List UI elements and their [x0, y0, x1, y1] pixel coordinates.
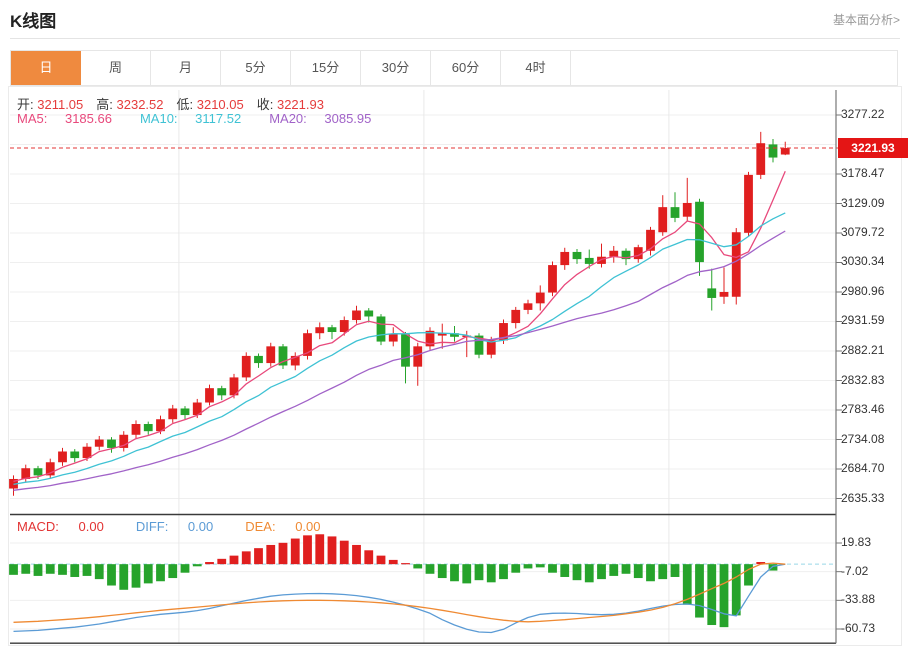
- macd-tick-label: 19.83: [841, 535, 871, 549]
- macd-tick-label: -7.02: [841, 564, 868, 578]
- ohlc-row-item: 低: 3210.05: [177, 97, 257, 112]
- price-tick-label: 2931.59: [841, 313, 884, 327]
- macd-readout: MACD: 0.00 DIFF: 0.00 DEA: 0.00: [17, 519, 353, 534]
- ma-readout: MA5: 3185.66 MA10: 3117.52 MA20: 3085.95: [17, 111, 399, 126]
- price-tick-label: 2783.46: [841, 402, 884, 416]
- price-tick-label: 2832.83: [841, 373, 884, 387]
- macd-row-item: MACD: 0.00: [17, 519, 120, 534]
- price-tick-label: 2684.70: [841, 461, 884, 475]
- price-tick-label: 3178.47: [841, 166, 884, 180]
- macd-row-item: DIFF: 0.00: [136, 519, 229, 534]
- ohlc-row-item: 收: 3221.93: [257, 97, 337, 112]
- ma-row-item: MA20: 3085.95: [269, 111, 385, 126]
- price-tick-label: 2734.08: [841, 432, 884, 446]
- price-tick-label: 3277.22: [841, 107, 884, 121]
- price-tick-label: 2635.33: [841, 491, 884, 505]
- price-tick-label: 3030.34: [841, 254, 884, 268]
- ma-row-item: MA10: 3117.52: [140, 111, 255, 126]
- price-tick-label: 2980.96: [841, 284, 884, 298]
- price-tick-label: 3129.09: [841, 196, 884, 210]
- price-tick-label: 2882.21: [841, 343, 884, 357]
- macd-tick-label: -60.73: [841, 621, 875, 635]
- ohlc-row-item: 开: 3211.05: [17, 97, 96, 112]
- ma-row-item: MA5: 3185.66: [17, 111, 126, 126]
- price-tick-label: 3079.72: [841, 225, 884, 239]
- current-price-badge: 3221.93: [838, 138, 908, 158]
- kline-page: { "header": { "title": "K线图", "link": "基…: [0, 0, 910, 647]
- ohlc-row-item: 高: 3232.52: [96, 97, 176, 112]
- macd-tick-label: -33.88: [841, 592, 875, 606]
- macd-row-item: DEA: 0.00: [245, 519, 336, 534]
